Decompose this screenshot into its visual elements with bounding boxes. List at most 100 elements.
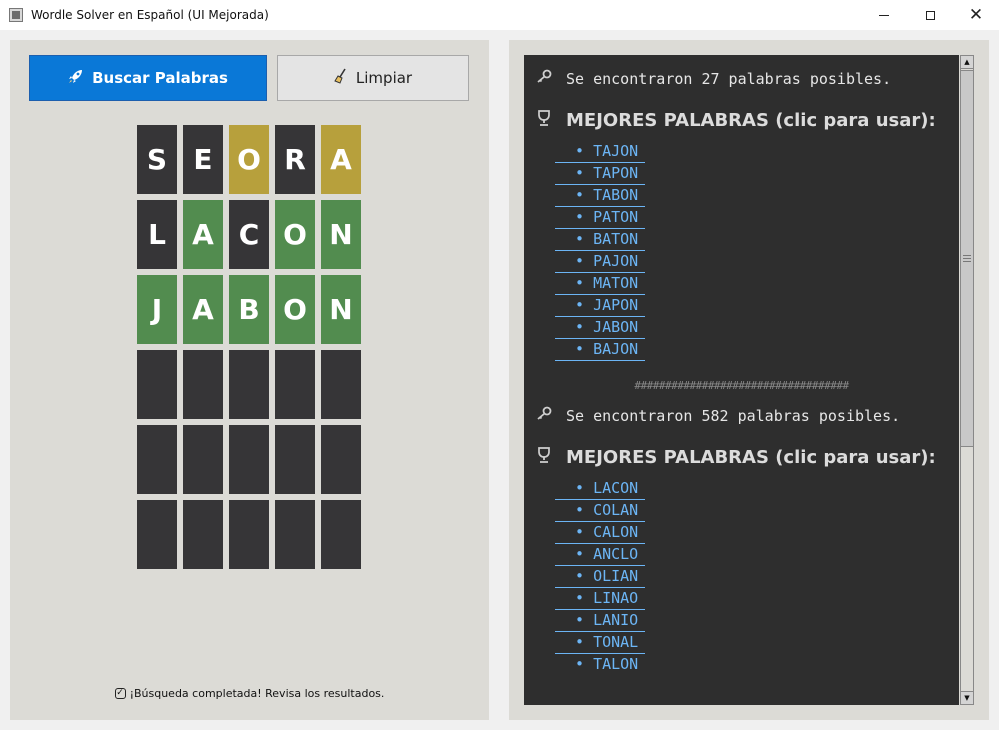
- scroll-down-arrow-icon[interactable]: ▼: [961, 691, 973, 704]
- word-link[interactable]: • LACON: [555, 478, 645, 500]
- letter-tile[interactable]: [321, 425, 361, 494]
- bullet: •: [575, 655, 585, 673]
- close-icon: ✕: [968, 5, 984, 25]
- letter-tile[interactable]: O: [229, 125, 269, 194]
- results-scrollbar[interactable]: ▲ ▼: [960, 55, 974, 705]
- letter-tile[interactable]: S: [137, 125, 177, 194]
- bullet: •: [575, 208, 585, 226]
- minimize-icon: [879, 14, 889, 16]
- letter-tile[interactable]: [183, 350, 223, 419]
- best-words-title: MEJORES PALABRAS (clic para usar):: [566, 109, 936, 131]
- word-link[interactable]: • MATON: [555, 273, 645, 295]
- letter-tile[interactable]: N: [321, 200, 361, 269]
- broom-icon: [334, 68, 348, 88]
- letter-tile[interactable]: R: [275, 125, 315, 194]
- letter-tile[interactable]: [275, 350, 315, 419]
- bullet: •: [575, 545, 585, 563]
- search-words-button[interactable]: Buscar Palabras: [29, 55, 267, 101]
- word-link[interactable]: • COLAN: [555, 500, 645, 522]
- key-icon: [536, 404, 556, 428]
- window-title: Wordle Solver en Español (UI Mejorada): [31, 8, 269, 22]
- letter-tile[interactable]: [275, 425, 315, 494]
- letter-tile[interactable]: [137, 500, 177, 569]
- word-text: TONAL: [593, 633, 639, 651]
- word-link[interactable]: • LINAO: [555, 588, 645, 610]
- scroll-up-arrow-icon[interactable]: ▲: [961, 56, 973, 69]
- word-link[interactable]: • OLIAN: [555, 566, 645, 588]
- bullet: •: [575, 523, 585, 541]
- bullet: •: [575, 318, 585, 336]
- scroll-thumb[interactable]: [961, 70, 973, 447]
- word-text: LINAO: [593, 589, 639, 607]
- word-link[interactable]: • JABON: [555, 317, 645, 339]
- letter-tile[interactable]: A: [321, 125, 361, 194]
- letter-tile[interactable]: N: [321, 275, 361, 344]
- letter-tile[interactable]: O: [275, 275, 315, 344]
- bullet: •: [575, 142, 585, 160]
- letter-tile[interactable]: [137, 350, 177, 419]
- bullet: •: [575, 252, 585, 270]
- letter-tile[interactable]: [275, 500, 315, 569]
- word-text: PATON: [593, 208, 639, 226]
- app-icon: [9, 8, 23, 22]
- word-link[interactable]: • LANIO: [555, 610, 645, 632]
- word-text: LANIO: [593, 611, 639, 629]
- letter-tile[interactable]: C: [229, 200, 269, 269]
- title-bar: Wordle Solver en Español (UI Mejorada) ✕: [0, 0, 999, 30]
- trophy-icon: [536, 109, 556, 132]
- results-text-area[interactable]: Se encontraron 27 palabras posibles. MEJO…: [524, 55, 959, 705]
- results-divider: ###################################: [634, 379, 849, 392]
- maximize-button[interactable]: [907, 0, 953, 30]
- letter-tile[interactable]: B: [229, 275, 269, 344]
- word-text: TAJON: [593, 142, 639, 160]
- letter-tile[interactable]: E: [183, 125, 223, 194]
- word-list: • LACON • COLAN • CALON • ANCLO • OLIAN • LIN…: [536, 478, 959, 676]
- letter-tile[interactable]: [183, 500, 223, 569]
- word-link[interactable]: • PATON: [555, 207, 645, 229]
- trophy-icon: [536, 446, 556, 469]
- word-link[interactable]: • JAPON: [555, 295, 645, 317]
- best-words-heading: MEJORES PALABRAS (clic para usar):: [536, 107, 959, 133]
- letter-tile[interactable]: J: [137, 275, 177, 344]
- word-link[interactable]: • TONAL: [555, 632, 645, 654]
- word-list: • TAJON • TAPON • TABON • PATON • BATON • PAJ…: [536, 141, 959, 361]
- letter-tile[interactable]: O: [275, 200, 315, 269]
- word-link[interactable]: • CALON: [555, 522, 645, 544]
- word-link[interactable]: • TALON: [555, 654, 645, 676]
- key-icon: [536, 67, 556, 91]
- word-link[interactable]: • BATON: [555, 229, 645, 251]
- letter-tile[interactable]: [229, 500, 269, 569]
- letter-tile[interactable]: [183, 425, 223, 494]
- word-link[interactable]: • TAPON: [555, 163, 645, 185]
- input-panel: Buscar Palabras Limpiar SEORALACONJABON …: [10, 40, 489, 720]
- letter-tile[interactable]: L: [137, 200, 177, 269]
- found-count-line: Se encontraron 582 palabras posibles.: [536, 404, 959, 428]
- word-link[interactable]: • TAJON: [555, 141, 645, 163]
- letter-tile[interactable]: [229, 350, 269, 419]
- grip-icon: [963, 255, 971, 264]
- word-text: PAJON: [593, 252, 639, 270]
- word-text: OLIAN: [593, 567, 639, 585]
- letter-tile[interactable]: A: [183, 200, 223, 269]
- word-text: JAPON: [593, 296, 639, 314]
- rocket-icon: [68, 68, 84, 88]
- bullet: •: [575, 567, 585, 585]
- word-link[interactable]: • ANCLO: [555, 544, 645, 566]
- minimize-button[interactable]: [861, 0, 907, 30]
- word-link[interactable]: • PAJON: [555, 251, 645, 273]
- letter-tile[interactable]: [229, 425, 269, 494]
- clear-button[interactable]: Limpiar: [277, 55, 469, 101]
- letter-tile[interactable]: [321, 500, 361, 569]
- bullet: •: [575, 274, 585, 292]
- letter-tile[interactable]: A: [183, 275, 223, 344]
- word-link[interactable]: • BAJON: [555, 339, 645, 361]
- clear-label: Limpiar: [355, 69, 413, 87]
- word-text: BATON: [593, 230, 639, 248]
- bullet: •: [575, 633, 585, 651]
- bullet: •: [575, 340, 585, 358]
- letter-tile[interactable]: [137, 425, 177, 494]
- letter-tile[interactable]: [321, 350, 361, 419]
- checkbox-icon: ✓: [114, 688, 126, 699]
- word-link[interactable]: • TABON: [555, 185, 645, 207]
- close-button[interactable]: ✕: [953, 0, 999, 30]
